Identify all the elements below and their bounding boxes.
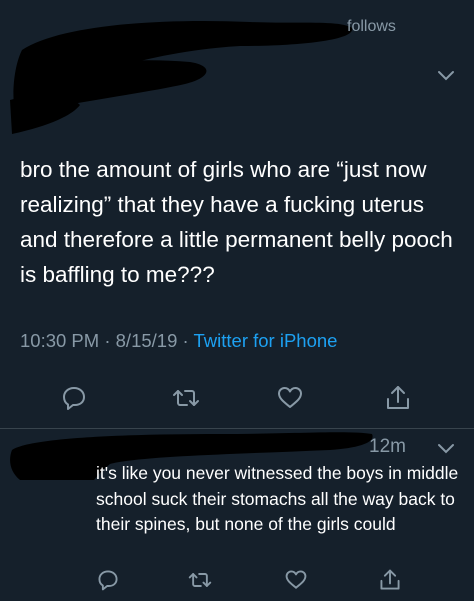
chevron-down-icon[interactable] bbox=[437, 70, 455, 82]
tweet-header: follows bbox=[0, 0, 474, 140]
follows-you-label: follows bbox=[347, 18, 396, 35]
share-icon[interactable] bbox=[384, 384, 412, 412]
heart-icon[interactable] bbox=[284, 568, 308, 592]
redacted-author bbox=[10, 20, 353, 134]
reply-action-bar bbox=[0, 568, 474, 594]
share-icon[interactable] bbox=[378, 568, 402, 592]
retweet-icon[interactable] bbox=[188, 568, 212, 592]
heart-icon[interactable] bbox=[276, 384, 304, 412]
reply-icon[interactable] bbox=[96, 568, 120, 592]
reply-text: it's like you never witnessed the boys i… bbox=[96, 463, 459, 534]
meta-separator: · bbox=[182, 330, 189, 351]
reply-timestamp: 12m bbox=[369, 436, 406, 457]
retweet-icon[interactable] bbox=[172, 384, 200, 412]
chevron-down-icon[interactable] bbox=[437, 443, 455, 455]
tweet-time: 10:30 PM bbox=[20, 330, 100, 351]
meta-separator: · bbox=[104, 330, 111, 351]
tweet-text: bro the amount of girls who are “just no… bbox=[20, 157, 453, 287]
reply-icon[interactable] bbox=[60, 384, 88, 412]
tweet-date: 8/15/19 bbox=[115, 330, 178, 351]
tweet-metadata: 10:30 PM · 8/15/19 · Twitter for iPhone bbox=[20, 330, 337, 352]
tweet-action-bar bbox=[0, 384, 474, 416]
tweet-source-link[interactable]: Twitter for iPhone bbox=[194, 330, 338, 351]
